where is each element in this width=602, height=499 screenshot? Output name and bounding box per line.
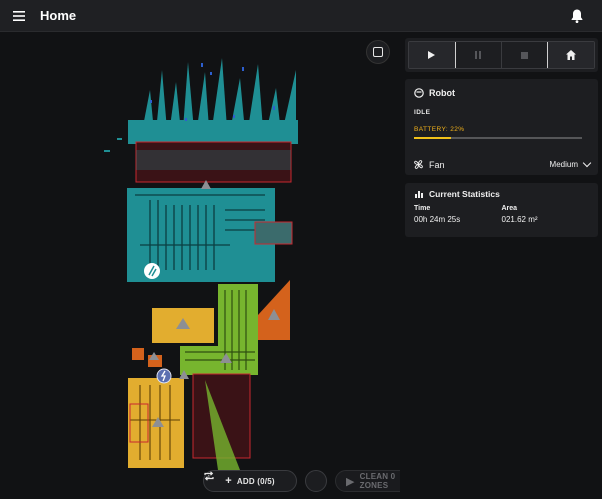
robot-control-buttons [408,41,595,69]
home-icon [566,50,577,60]
start-button[interactable] [409,42,456,68]
svg-text:1: 1 [208,475,210,479]
battery-label: BATTERY: 22% [414,126,465,133]
fan-card: Fan Medium [405,154,598,175]
page-title: Home [40,8,77,23]
robot-status-text: IDLE [414,109,431,116]
current-statistics-card: Current Statistics Time 00h 24m 25s Area… [405,183,598,237]
map-controls: + ADD (0/5) 1 ▶ CLEAN 0 ZONES [203,470,400,492]
fan-icon [414,160,423,169]
repeat-icon: 1 [204,471,214,481]
add-zone-button[interactable]: + ADD (0/5) [203,470,297,492]
stop-button[interactable] [502,42,549,68]
robot-controls-card [405,38,598,72]
map-layer-toggle-button[interactable] [366,40,390,64]
pause-button[interactable] [455,42,502,68]
fan-speed-value: Medium [549,160,578,169]
stat-area: Area 021.62 m² [501,205,538,224]
statistics-title: Current Statistics [429,189,500,199]
square-icon [373,47,383,57]
bell-icon[interactable] [570,8,584,24]
stop-icon [520,51,528,59]
map-view[interactable]: + ADD (0/5) 1 ▶ CLEAN 0 ZONES [0,32,400,499]
chevron-down-icon [582,158,592,168]
clean-zones-button[interactable]: ▶ CLEAN 0 ZONES [335,470,400,492]
floor-map[interactable] [0,32,400,499]
fan-label: Fan [429,159,445,170]
robot-card-title: Robot [429,88,455,98]
map-scan-noise [128,58,298,144]
play-icon [428,51,436,59]
battery-bar-fill [414,137,451,139]
hamburger-menu-icon[interactable] [12,9,26,23]
play-icon: ▶ [346,475,355,488]
stat-time: Time 00h 24m 25s [414,205,461,224]
pause-icon [474,51,481,59]
repeat-button[interactable]: 1 [204,470,327,492]
app-bar: Home [0,0,602,32]
home-button[interactable] [547,42,594,68]
battery-bar [414,137,582,139]
robot-vacuum-icon [414,88,424,98]
bar-chart-icon [415,191,423,198]
fan-speed-select[interactable]: Medium [549,158,592,169]
plus-icon: + [225,475,232,487]
